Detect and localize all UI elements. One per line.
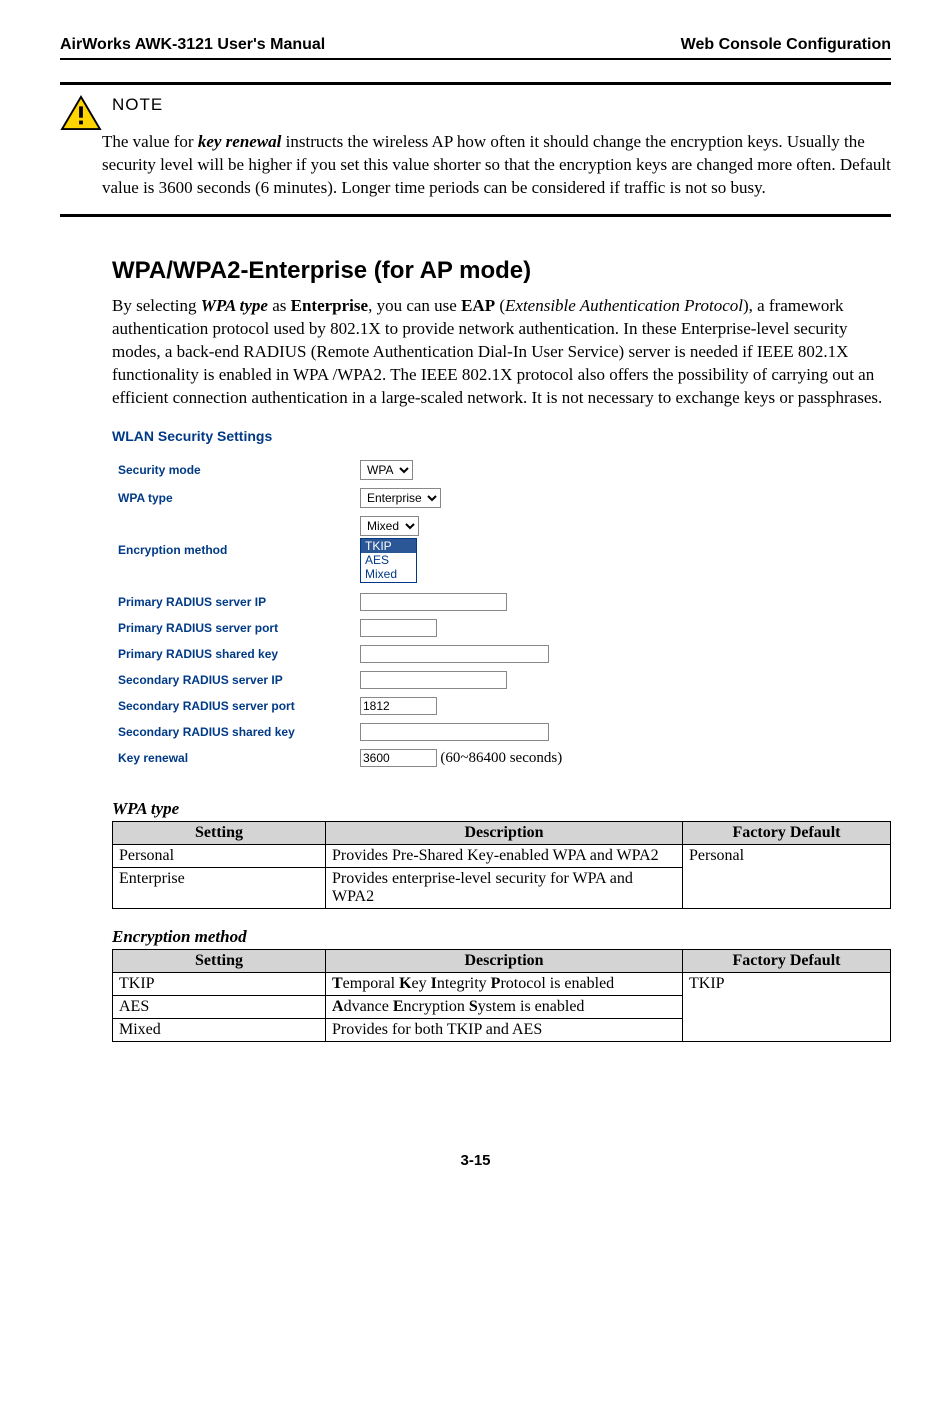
intro-paragraph: By selecting WPA type as Enterprise, you… — [112, 295, 891, 410]
input-secondary-key[interactable] — [360, 723, 549, 741]
header-rule — [60, 58, 891, 60]
label-secondary-ip: Secondary RADIUS server IP — [112, 667, 354, 693]
label-primary-port: Primary RADIUS server port — [112, 615, 354, 641]
enc-option-tkip[interactable]: TKIP — [361, 539, 416, 553]
wlan-title: WLAN Security Settings — [112, 428, 662, 444]
th-default: Factory Default — [683, 821, 891, 844]
label-security-mode: Security mode — [112, 456, 354, 484]
wlan-settings-screenshot: WLAN Security Settings Security mode WPA… — [112, 420, 662, 781]
label-wpa-type: WPA type — [112, 484, 354, 512]
enc-option-mixed[interactable]: Mixed — [361, 567, 416, 581]
input-primary-ip[interactable] — [360, 593, 507, 611]
table-header-row: Setting Description Factory Default — [113, 949, 891, 972]
cell-desc: Advance Encryption System is enabled — [326, 995, 683, 1018]
wpa-type-table: Setting Description Factory Default Pers… — [112, 821, 891, 909]
cell-desc: Provides Pre-Shared Key-enabled WPA and … — [326, 844, 683, 867]
th-description: Description — [326, 821, 683, 844]
table-header-row: Setting Description Factory Default — [113, 821, 891, 844]
th-description: Description — [326, 949, 683, 972]
input-primary-key[interactable] — [360, 645, 549, 663]
select-wpa-type[interactable]: Enterprise — [360, 488, 441, 508]
cell-setting: Personal — [113, 844, 326, 867]
cell-desc: Temporal Key Integrity Protocol is enabl… — [326, 972, 683, 995]
key-renewal-unit: (60~86400 seconds) — [440, 750, 562, 766]
cell-setting: AES — [113, 995, 326, 1018]
cell-default: Personal — [683, 844, 891, 908]
table1-caption: WPA type — [112, 799, 891, 819]
cell-desc: Provides for both TKIP and AES — [326, 1018, 683, 1041]
label-primary-ip: Primary RADIUS server IP — [112, 589, 354, 615]
section-heading: WPA/WPA2-Enterprise (for AP mode) — [112, 257, 891, 285]
label-primary-key: Primary RADIUS shared key — [112, 641, 354, 667]
input-key-renewal[interactable] — [360, 749, 437, 767]
th-setting: Setting — [113, 949, 326, 972]
cell-setting: TKIP — [113, 972, 326, 995]
note-label: NOTE — [112, 95, 891, 115]
select-enc-method[interactable]: Mixed — [360, 516, 419, 536]
cell-setting: Enterprise — [113, 867, 326, 908]
label-key-renewal: Key renewal — [112, 745, 354, 771]
label-secondary-key: Secondary RADIUS shared key — [112, 719, 354, 745]
label-secondary-port: Secondary RADIUS server port — [112, 693, 354, 719]
note-block: NOTE The value for key renewal instructs… — [60, 82, 891, 217]
th-default: Factory Default — [683, 949, 891, 972]
input-secondary-port[interactable] — [360, 697, 437, 715]
page-header: AirWorks AWK-3121 User's Manual Web Cons… — [60, 36, 891, 54]
select-security-mode[interactable]: WPA — [360, 460, 413, 480]
enc-option-aes[interactable]: AES — [361, 553, 416, 567]
table-row: TKIP Temporal Key Integrity Protocol is … — [113, 972, 891, 995]
note-term: key renewal — [198, 132, 282, 151]
input-primary-port[interactable] — [360, 619, 437, 637]
page-number: 3-15 — [60, 1152, 891, 1169]
header-left: AirWorks AWK-3121 User's Manual — [60, 36, 325, 54]
warning-icon — [60, 95, 102, 131]
cell-desc: Provides enterprise-level security for W… — [326, 867, 683, 908]
cell-default: TKIP — [683, 972, 891, 1041]
input-secondary-ip[interactable] — [360, 671, 507, 689]
cell-setting: Mixed — [113, 1018, 326, 1041]
header-right: Web Console Configuration — [681, 36, 891, 54]
label-enc-method: Encryption method — [112, 512, 354, 589]
th-setting: Setting — [113, 821, 326, 844]
encryption-method-table: Setting Description Factory Default TKIP… — [112, 949, 891, 1042]
table2-caption: Encryption method — [112, 927, 891, 947]
enc-method-listbox[interactable]: TKIP AES Mixed — [360, 538, 417, 583]
table-row: Personal Provides Pre-Shared Key-enabled… — [113, 844, 891, 867]
note-body: The value for key renewal instructs the … — [102, 131, 891, 200]
